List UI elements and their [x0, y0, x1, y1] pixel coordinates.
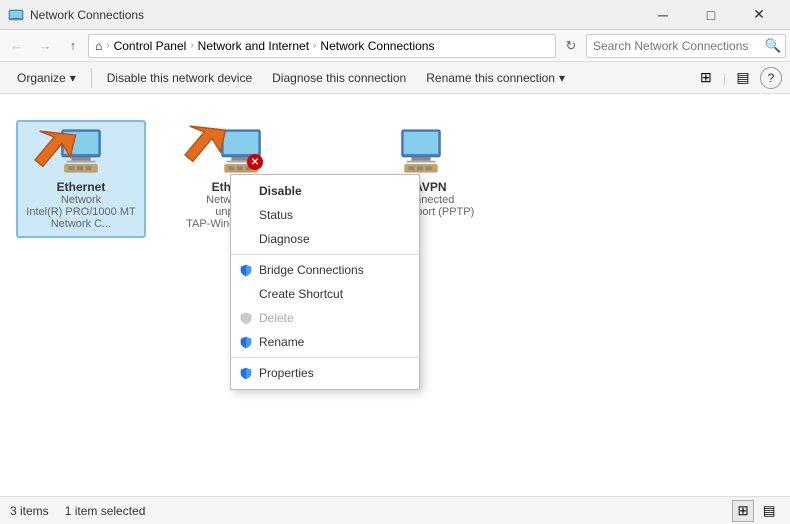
ctx-delete[interactable]: Delete	[231, 306, 419, 330]
diagnose-connection-button[interactable]: Diagnose this connection	[263, 65, 415, 91]
refresh-button[interactable]: ↻	[558, 33, 584, 59]
window-icon	[8, 7, 24, 23]
status-details-btn[interactable]: ▤	[758, 500, 780, 522]
title-bar: Network Connections ─ □ ✕	[0, 0, 790, 30]
ethernet2-icon: ✕	[217, 128, 265, 176]
maximize-button[interactable]: □	[688, 0, 734, 30]
toolbar: Organize ▾ Disable this network device D…	[0, 62, 790, 94]
selected-count: 1 item selected	[65, 504, 146, 518]
disable-device-button[interactable]: Disable this network device	[98, 65, 261, 91]
shield-icon-rename	[239, 335, 253, 349]
search-input[interactable]	[587, 39, 761, 53]
shield-icon-delete	[239, 311, 253, 325]
breadcrumb-control-panel[interactable]: Control Panel	[114, 39, 187, 53]
status-bar-right: ⊞ ▤	[732, 500, 780, 522]
status-bar: 3 items 1 item selected ⊞ ▤	[0, 496, 790, 524]
ethernet-icon	[57, 128, 105, 176]
back-button[interactable]: ←	[4, 33, 30, 59]
shield-icon-bridge	[239, 263, 253, 277]
help-button[interactable]: ?	[760, 67, 782, 89]
organize-button[interactable]: Organize ▾	[8, 65, 85, 91]
ctx-sep-2	[231, 357, 419, 358]
shield-icon-properties	[239, 366, 253, 380]
search-icon-button[interactable]: 🔍	[761, 34, 785, 58]
content-area: Ethernet Network Intel(R) PRO/1000 MT Ne…	[0, 94, 790, 496]
window-title: Network Connections	[30, 8, 640, 22]
rename-connection-button[interactable]: Rename this connection ▾	[417, 65, 574, 91]
ctx-create-shortcut[interactable]: Create Shortcut	[231, 282, 419, 306]
toolbar-separator-1	[91, 68, 92, 88]
close-button[interactable]: ✕	[736, 0, 782, 30]
error-badge: ✕	[247, 154, 263, 170]
address-bar: ← → ↑ ⌂ › Control Panel › Network and In…	[0, 30, 790, 62]
breadcrumb-network-internet[interactable]: Network and Internet	[198, 39, 309, 53]
network-item-ethernet[interactable]: Ethernet Network Intel(R) PRO/1000 MT Ne…	[16, 120, 146, 238]
ctx-diagnose[interactable]: Diagnose	[231, 227, 419, 251]
minimize-button[interactable]: ─	[640, 0, 686, 30]
window-controls: ─ □ ✕	[640, 0, 782, 30]
ctx-bridge-connections[interactable]: Bridge Connections	[231, 258, 419, 282]
forward-button[interactable]: →	[32, 33, 58, 59]
view-button-2[interactable]: ▤	[730, 65, 756, 91]
ctx-rename[interactable]: Rename	[231, 330, 419, 354]
breadcrumb[interactable]: ⌂ › Control Panel › Network and Internet…	[88, 34, 556, 58]
status-large-icons-btn[interactable]: ⊞	[732, 500, 754, 522]
breadcrumb-home: ⌂	[95, 39, 102, 53]
main-panel: Ethernet Network Intel(R) PRO/1000 MT Ne…	[0, 94, 790, 496]
ctx-properties[interactable]: Properties	[231, 361, 419, 385]
ctx-sep-1	[231, 254, 419, 255]
up-button[interactable]: ↑	[60, 33, 86, 59]
ethernet-sub1: Network	[61, 194, 101, 206]
hmavpn-icon	[397, 128, 445, 176]
items-count: 3 items	[10, 504, 49, 518]
ethernet-sub2: Intel(R) PRO/1000 MT Network C...	[24, 206, 138, 230]
breadcrumb-network-connections[interactable]: Network Connections	[320, 39, 434, 53]
ethernet-name: Ethernet	[57, 180, 106, 194]
ctx-status[interactable]: Status	[231, 203, 419, 227]
ctx-disable[interactable]: Disable	[231, 179, 419, 203]
toolbar-right: ⊞ | ▤ ?	[693, 65, 782, 91]
context-menu: Disable Status Diagnose Bridge Connectio	[230, 174, 420, 390]
view-button-1[interactable]: ⊞	[693, 65, 719, 91]
search-box[interactable]: 🔍	[586, 34, 786, 58]
